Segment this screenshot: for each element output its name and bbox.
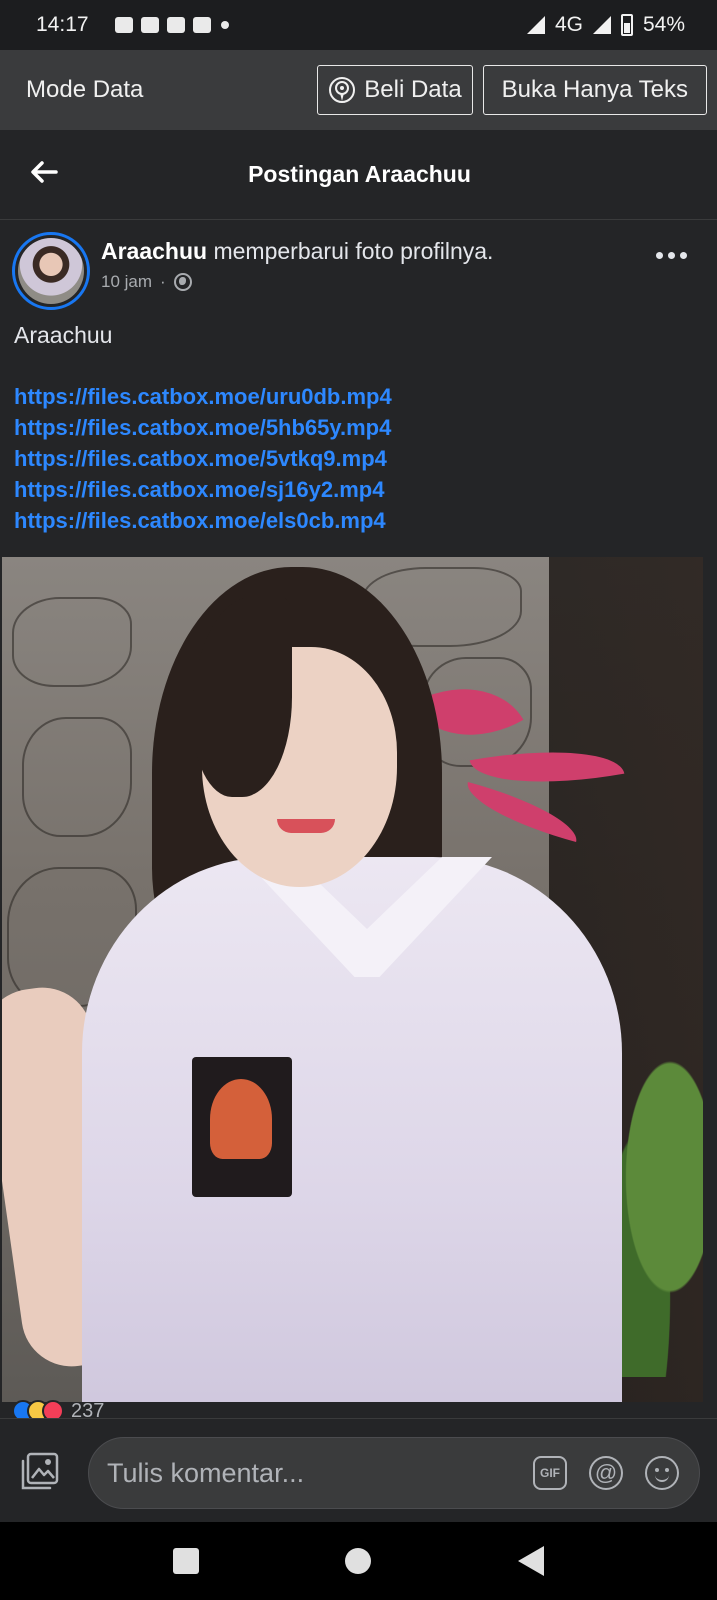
comment-bar: Tulis komentar... GIF @ xyxy=(0,1418,717,1522)
notification-icons xyxy=(114,17,229,33)
plant-leaf xyxy=(460,781,584,843)
text-only-label: Buka Hanya Teks xyxy=(501,76,688,103)
text-only-button[interactable]: Buka Hanya Teks xyxy=(482,65,707,115)
battery-level: 54% xyxy=(642,13,685,36)
post-author-line: Araachuu memperbarui foto profilnya. xyxy=(101,238,493,265)
more-dots-icon[interactable] xyxy=(656,252,687,259)
post-link[interactable]: https://files.catbox.moe/5vtkq9.mp4 xyxy=(14,443,704,474)
wall-texture xyxy=(12,597,132,687)
page-title: Postingan Araachuu xyxy=(248,161,471,187)
home-icon[interactable] xyxy=(345,1548,372,1574)
post-time[interactable]: 10 jam xyxy=(101,272,152,292)
data-mode-label: Mode Data xyxy=(26,76,144,103)
page-header: Postingan Araachuu xyxy=(0,130,717,220)
avatar[interactable] xyxy=(12,232,90,310)
signal-icon xyxy=(592,16,611,34)
status-time: 14:17 xyxy=(36,13,89,36)
battery-icon xyxy=(620,14,633,36)
youtube-icon xyxy=(192,17,211,33)
mention-icon[interactable]: @ xyxy=(589,1456,623,1490)
android-nav-bar xyxy=(0,1522,717,1600)
post-text: Araachuu xyxy=(14,322,113,348)
signal-icon xyxy=(526,16,545,34)
gif-icon[interactable]: GIF xyxy=(533,1456,567,1490)
post-link[interactable]: https://files.catbox.moe/uru0db.mp4 xyxy=(14,381,704,412)
post-link[interactable]: https://files.catbox.moe/els0cb.mp4 xyxy=(14,505,704,536)
post-link[interactable]: https://files.catbox.moe/sj16y2.mp4 xyxy=(14,474,704,505)
meta-separator: · xyxy=(160,272,166,291)
more-notifications-dot-icon xyxy=(220,21,229,29)
buy-data-button[interactable]: Beli Data xyxy=(317,65,473,115)
arrow-left-icon[interactable] xyxy=(28,156,60,188)
comment-input[interactable]: Tulis komentar... GIF @ xyxy=(88,1437,700,1509)
buy-data-label: Beli Data xyxy=(364,76,462,103)
notification-app-icon xyxy=(140,17,159,33)
post-links: https://files.catbox.moe/uru0db.mp4 http… xyxy=(14,381,704,536)
lips xyxy=(277,819,335,833)
data-mode-bar: Mode Data Beli Data Buka Hanya Teks xyxy=(0,50,717,130)
wall-texture xyxy=(22,717,132,837)
globe-icon xyxy=(173,273,192,291)
recents-icon[interactable] xyxy=(173,1548,200,1574)
post-link[interactable]: https://files.catbox.moe/5hb65y.mp4 xyxy=(14,412,704,443)
comment-placeholder: Tulis komentar... xyxy=(107,1457,305,1488)
school-badge xyxy=(192,1057,292,1197)
post-body: Araachuu https://files.catbox.moe/uru0db… xyxy=(14,322,704,536)
author-name[interactable]: Araachuu xyxy=(101,238,207,264)
emoji-icon[interactable] xyxy=(645,1456,679,1490)
post-photo[interactable] xyxy=(2,557,703,1402)
notification-app-icon xyxy=(114,17,133,33)
notification-app-icon xyxy=(166,17,185,33)
avatar-image xyxy=(18,238,84,304)
back-icon[interactable] xyxy=(517,1546,544,1576)
post-action: memperbarui foto profilnya. xyxy=(207,238,494,264)
status-bar: 14:17 4G 54% xyxy=(0,0,717,50)
photo-icon[interactable] xyxy=(20,1451,60,1491)
post-header: Araachuu memperbarui foto profilnya. 10 … xyxy=(0,222,717,312)
post-meta: 10 jam · xyxy=(101,272,192,292)
network-type: 4G xyxy=(554,13,583,36)
broadcast-icon xyxy=(329,77,356,103)
